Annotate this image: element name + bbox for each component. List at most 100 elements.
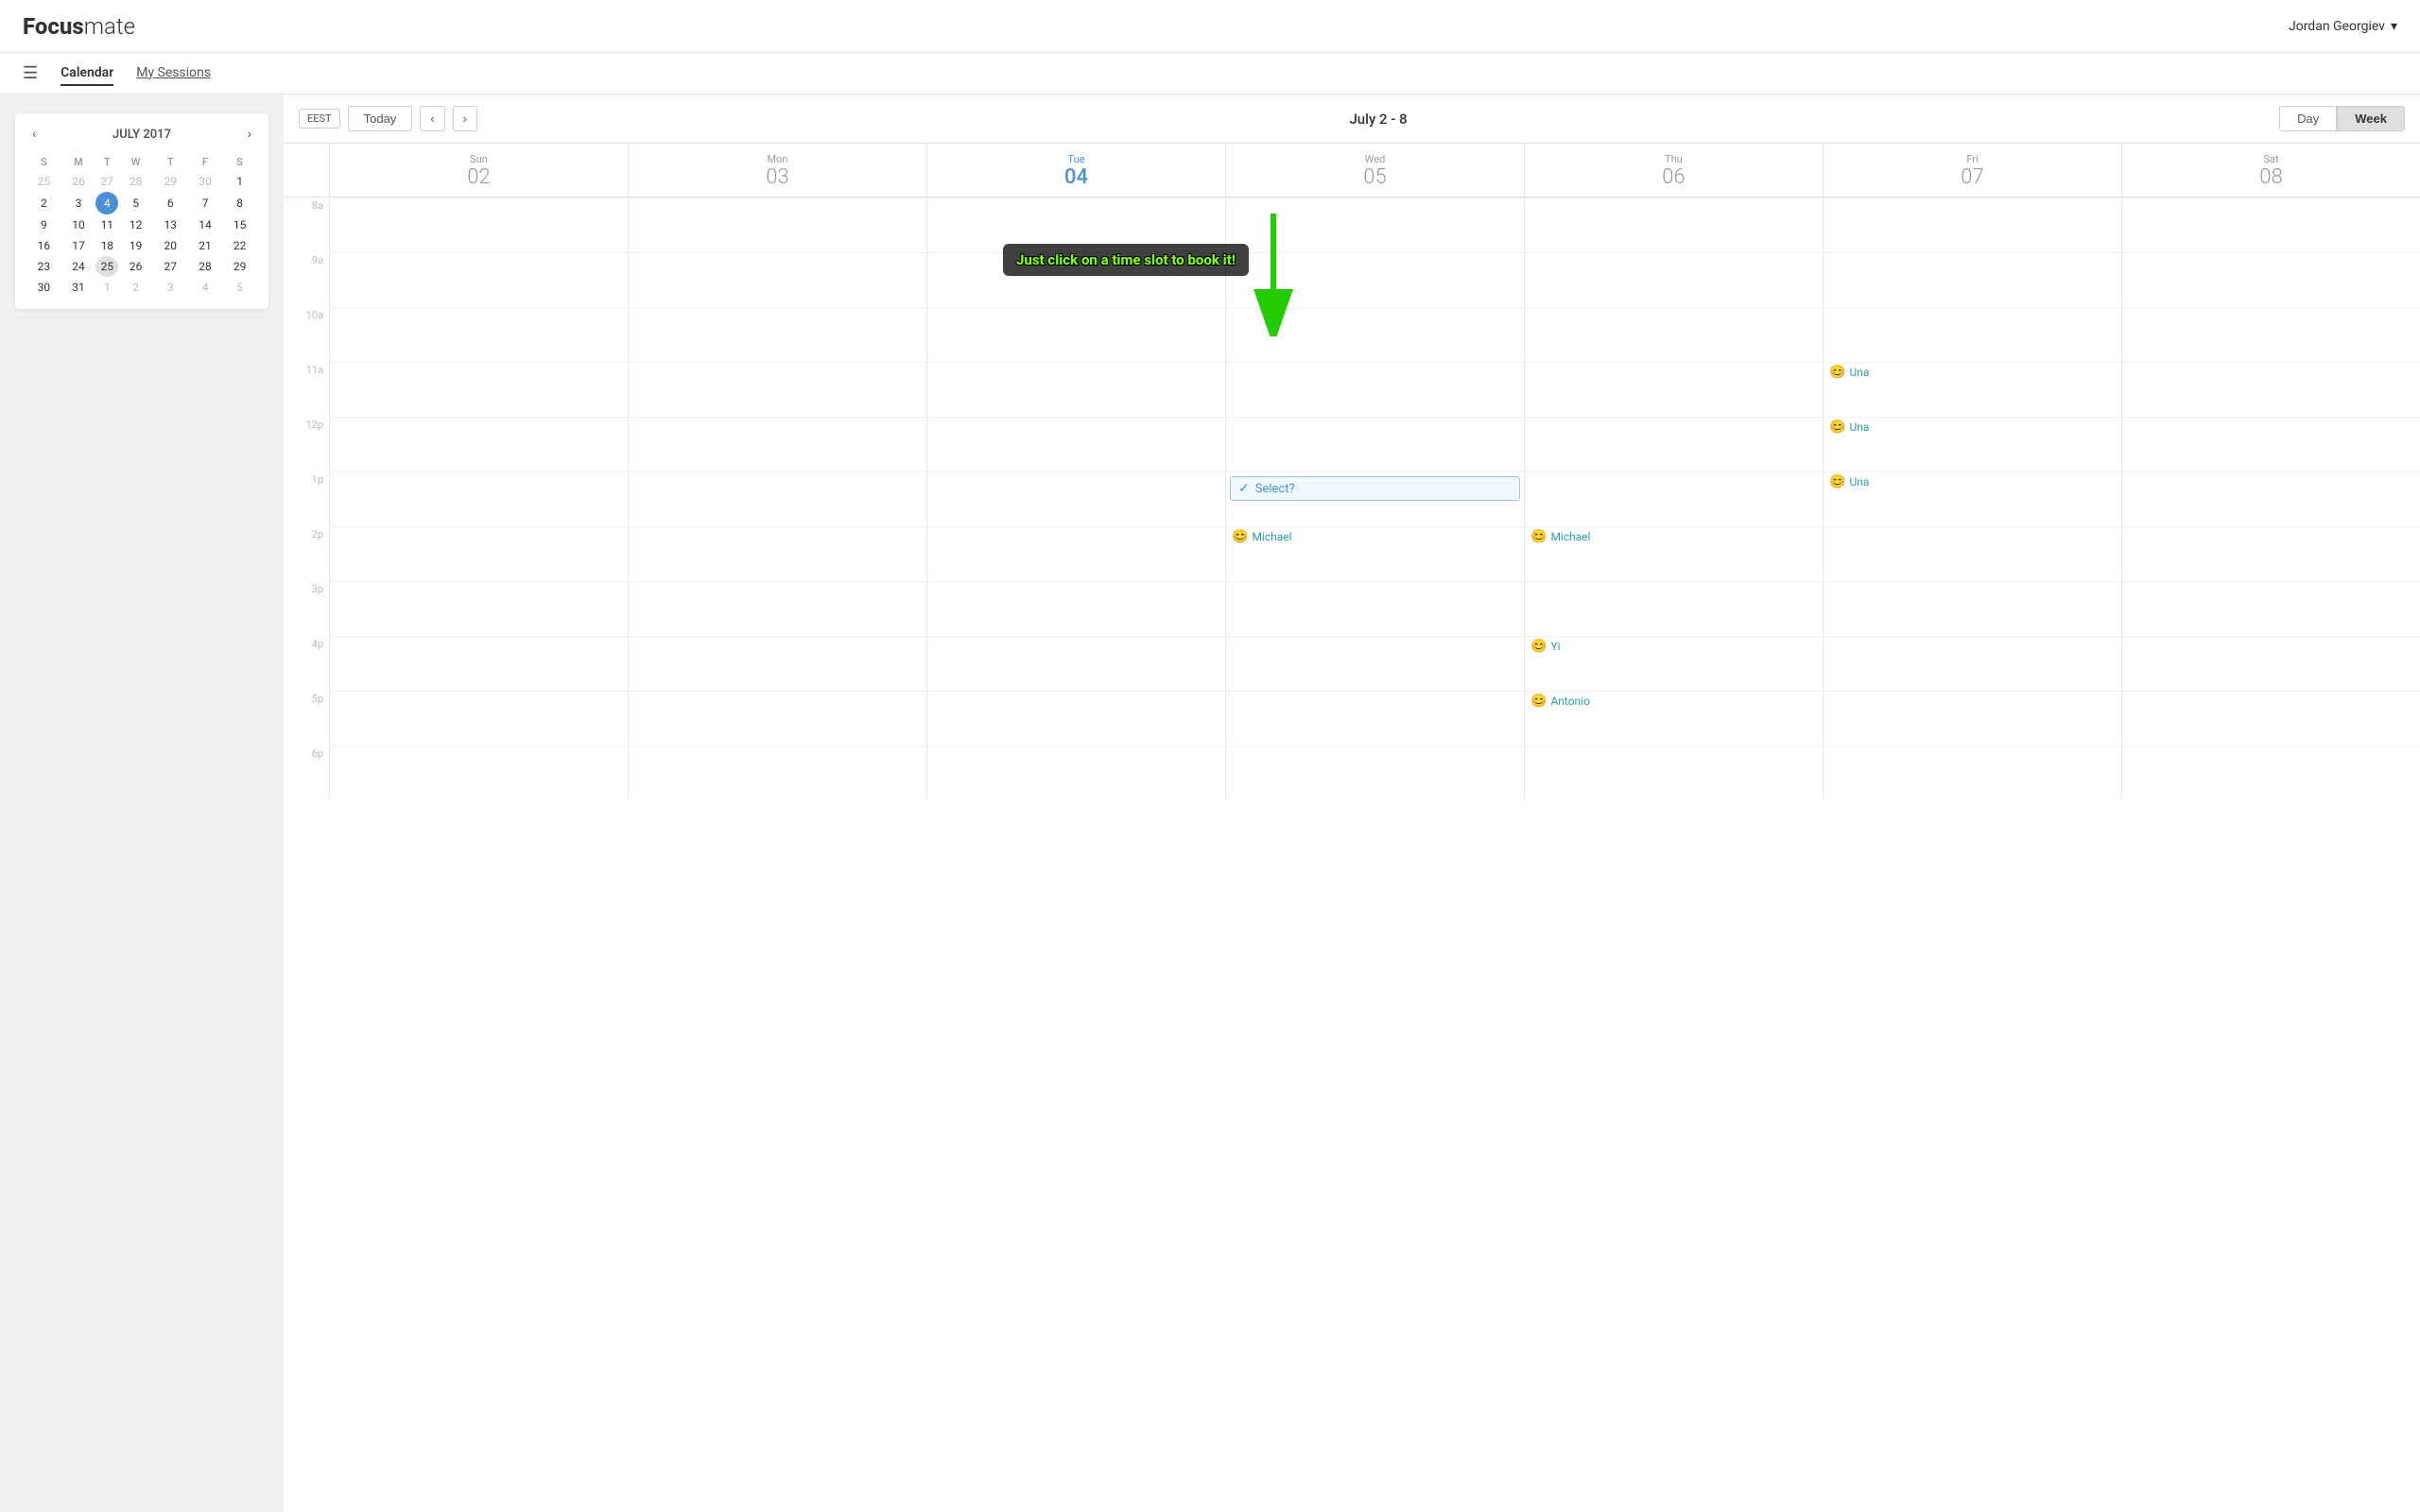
mini-cal-day[interactable]: 4 — [95, 192, 118, 215]
cell-mon-3p[interactable] — [628, 581, 926, 636]
mini-cal-day[interactable]: 27 — [95, 171, 118, 192]
cell-tue-5p[interactable] — [926, 691, 1225, 746]
cell-sun-3p[interactable] — [329, 581, 628, 636]
cell-sat-1p[interactable] — [2121, 472, 2420, 526]
cell-tue-10a[interactable] — [926, 307, 1225, 362]
cell-thu-8a[interactable] — [1524, 198, 1823, 252]
mini-cal-day[interactable]: 20 — [153, 235, 188, 256]
cell-wed-9a[interactable] — [1225, 252, 1524, 307]
mini-cal-day[interactable]: 24 — [61, 256, 96, 277]
mini-cal-day[interactable]: 26 — [118, 256, 153, 277]
cell-wed-2p[interactable]: 😊 Michael — [1225, 526, 1524, 581]
cell-sat-12p[interactable] — [2121, 417, 2420, 472]
cell-tue-12p[interactable] — [926, 417, 1225, 472]
cell-sun-12p[interactable] — [329, 417, 628, 472]
mini-cal-day[interactable]: 28 — [188, 256, 223, 277]
cell-wed-5p[interactable] — [1225, 691, 1524, 746]
cell-fri-8a[interactable] — [1823, 198, 2121, 252]
cell-sat-9a[interactable] — [2121, 252, 2420, 307]
cell-sun-2p[interactable] — [329, 526, 628, 581]
mini-cal-day[interactable]: 2 — [26, 192, 61, 215]
cell-mon-2p[interactable] — [628, 526, 926, 581]
mini-cal-day[interactable]: 2 — [118, 277, 153, 298]
cell-fri-4p[interactable] — [1823, 636, 2121, 691]
cell-thu-9a[interactable] — [1524, 252, 1823, 307]
cell-thu-3p[interactable] — [1524, 581, 1823, 636]
day-view-button[interactable]: Day — [2279, 106, 2337, 131]
user-menu[interactable]: Jordan Georgiev ▾ — [2289, 19, 2397, 34]
cell-tue-1p[interactable] — [926, 472, 1225, 526]
cell-sun-5p[interactable] — [329, 691, 628, 746]
cell-wed-1p[interactable]: ✓ Select? — [1225, 472, 1524, 526]
cell-thu-6p[interactable] — [1524, 746, 1823, 800]
cell-sat-3p[interactable] — [2121, 581, 2420, 636]
cell-sat-11a[interactable] — [2121, 362, 2420, 417]
event-wed-2p[interactable]: 😊 Michael — [1226, 527, 1524, 546]
cell-mon-12p[interactable] — [628, 417, 926, 472]
cell-fri-3p[interactable] — [1823, 581, 2121, 636]
cell-thu-5p[interactable]: 😊 Antonio — [1524, 691, 1823, 746]
mini-cal-day[interactable]: 1 — [222, 171, 257, 192]
cell-wed-3p[interactable] — [1225, 581, 1524, 636]
cell-tue-3p[interactable] — [926, 581, 1225, 636]
cell-wed-8a[interactable] — [1225, 198, 1524, 252]
nav-my-sessions[interactable]: My Sessions — [136, 61, 211, 86]
mini-cal-day[interactable]: 4 — [188, 277, 223, 298]
cell-wed-11a[interactable] — [1225, 362, 1524, 417]
event-fri-12p[interactable]: 😊 Una — [1824, 418, 2121, 437]
mini-cal-day[interactable]: 21 — [188, 235, 223, 256]
cell-sun-10a[interactable] — [329, 307, 628, 362]
cell-mon-6p[interactable] — [628, 746, 926, 800]
cell-tue-2p[interactable] — [926, 526, 1225, 581]
event-fri-1p[interactable]: 😊 Una — [1824, 472, 2121, 491]
cell-fri-11a[interactable]: 😊 Una — [1823, 362, 2121, 417]
select-slot-wed-1p[interactable]: ✓ Select? — [1230, 476, 1520, 501]
cell-sat-8a[interactable] — [2121, 198, 2420, 252]
cell-wed-4p[interactable] — [1225, 636, 1524, 691]
event-fri-11a[interactable]: 😊 Una — [1824, 363, 2121, 382]
cell-wed-6p[interactable] — [1225, 746, 1524, 800]
cell-fri-5p[interactable] — [1823, 691, 2121, 746]
mini-cal-day[interactable]: 27 — [153, 256, 188, 277]
mini-cal-day[interactable]: 9 — [26, 215, 61, 235]
mini-cal-day[interactable]: 29 — [153, 171, 188, 192]
cell-sun-8a[interactable] — [329, 198, 628, 252]
cell-tue-9a[interactable]: Just click on a time slot to book it! — [926, 252, 1225, 307]
cell-fri-10a[interactable] — [1823, 307, 2121, 362]
cell-thu-10a[interactable] — [1524, 307, 1823, 362]
mini-cal-day[interactable]: 31 — [61, 277, 96, 298]
cell-mon-9a[interactable] — [628, 252, 926, 307]
cell-wed-12p[interactable] — [1225, 417, 1524, 472]
cell-tue-6p[interactable] — [926, 746, 1225, 800]
mini-cal-day[interactable]: 1 — [95, 277, 118, 298]
mini-cal-day[interactable]: 22 — [222, 235, 257, 256]
cell-fri-1p[interactable]: 😊 Una — [1823, 472, 2121, 526]
cell-tue-4p[interactable] — [926, 636, 1225, 691]
cell-thu-11a[interactable] — [1524, 362, 1823, 417]
mini-cal-day[interactable]: 14 — [188, 215, 223, 235]
mini-cal-day[interactable]: 30 — [26, 277, 61, 298]
cell-sat-2p[interactable] — [2121, 526, 2420, 581]
today-button[interactable]: Today — [348, 106, 413, 131]
cell-sat-6p[interactable] — [2121, 746, 2420, 800]
event-thu-5p[interactable]: 😊 Antonio — [1525, 692, 1823, 711]
mini-cal-day[interactable]: 7 — [188, 192, 223, 215]
mini-cal-day[interactable]: 5 — [222, 277, 257, 298]
mini-cal-day[interactable]: 19 — [118, 235, 153, 256]
mini-cal-day[interactable]: 15 — [222, 215, 257, 235]
cell-sun-6p[interactable] — [329, 746, 628, 800]
cell-thu-1p[interactable] — [1524, 472, 1823, 526]
mini-cal-day[interactable]: 16 — [26, 235, 61, 256]
mini-cal-day[interactable]: 25 — [26, 171, 61, 192]
cell-tue-8a[interactable] — [926, 198, 1225, 252]
cell-mon-4p[interactable] — [628, 636, 926, 691]
cell-mon-1p[interactable] — [628, 472, 926, 526]
cell-fri-2p[interactable] — [1823, 526, 2121, 581]
cell-mon-5p[interactable] — [628, 691, 926, 746]
cell-thu-2p[interactable]: 😊 Michael — [1524, 526, 1823, 581]
mini-cal-prev[interactable]: ‹ — [26, 125, 42, 144]
hamburger-icon[interactable]: ☰ — [23, 63, 38, 83]
next-week-button[interactable]: › — [453, 106, 477, 131]
mini-cal-day[interactable]: 28 — [118, 171, 153, 192]
cell-mon-11a[interactable] — [628, 362, 926, 417]
